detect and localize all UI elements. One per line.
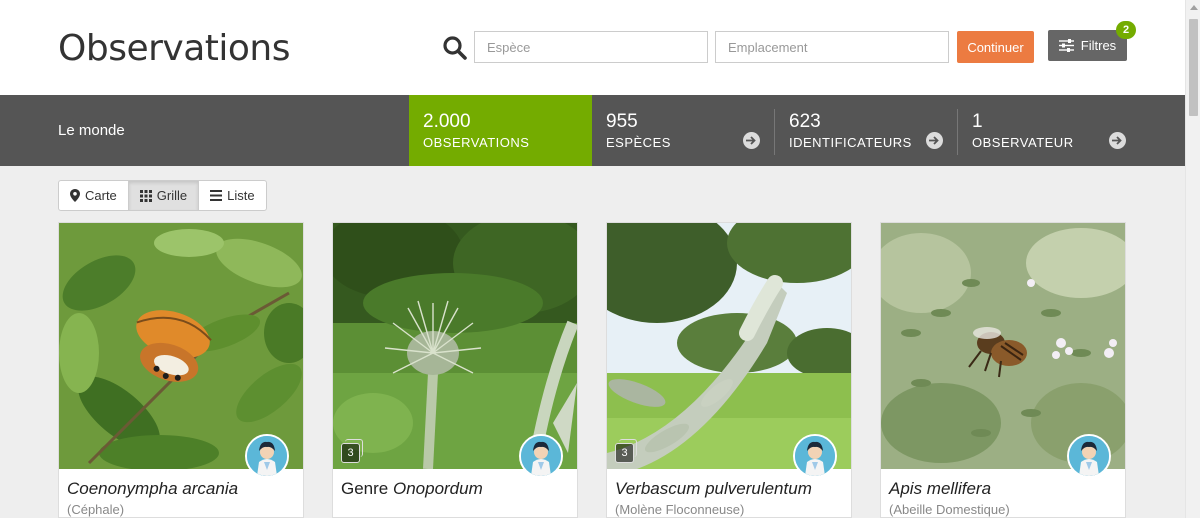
observation-photo[interactable] bbox=[333, 223, 577, 469]
observation-photo[interactable] bbox=[59, 223, 303, 469]
common-name: (Molène Floconneuse) bbox=[615, 502, 745, 517]
species-label: ESPÈCES bbox=[606, 135, 671, 150]
observer-avatar[interactable] bbox=[1067, 434, 1111, 478]
observer-avatar[interactable] bbox=[519, 434, 563, 478]
arrow-right-icon bbox=[1109, 132, 1126, 149]
stat-species[interactable]: 955 ESPÈCES bbox=[592, 95, 774, 166]
view-toggle: Carte Grille Liste bbox=[58, 180, 267, 211]
grid-view-label: Grille bbox=[156, 188, 188, 203]
map-view-label: Carte bbox=[85, 188, 117, 203]
scrollbar-thumb[interactable] bbox=[1189, 19, 1198, 116]
taxon-name[interactable]: Coenonympha arcania bbox=[67, 479, 238, 499]
observation-card[interactable]: 3 Genre Onopordum bbox=[332, 222, 578, 518]
observers-label: OBSERVATEUR bbox=[972, 135, 1074, 150]
observation-photo[interactable] bbox=[881, 223, 1125, 469]
stat-observations[interactable]: 2.000 OBSERVATIONS bbox=[409, 95, 592, 166]
observation-card[interactable]: Coenonympha arcania (Céphale) bbox=[58, 222, 304, 518]
observers-count: 1 bbox=[972, 111, 983, 132]
arrow-right-icon bbox=[926, 132, 943, 149]
map-marker-icon bbox=[70, 189, 80, 202]
map-view-button[interactable]: Carte bbox=[59, 181, 129, 210]
list-icon bbox=[210, 190, 223, 201]
observations-count: 2.000 bbox=[423, 111, 471, 132]
top-header: Observations Continuer Filtres 2 bbox=[0, 0, 1185, 95]
identifiers-count: 623 bbox=[789, 111, 821, 132]
place-label: Le monde bbox=[58, 122, 125, 139]
sliders-icon bbox=[1058, 39, 1074, 52]
observation-photo[interactable] bbox=[607, 223, 851, 469]
taxon-name[interactable]: Genre Onopordum bbox=[341, 479, 483, 499]
identifiers-label: IDENTIFICATEURS bbox=[789, 135, 912, 150]
observation-card[interactable]: Apis mellifera (Abeille Domestique) bbox=[880, 222, 1126, 518]
common-name: (Céphale) bbox=[67, 502, 125, 517]
filters-button[interactable]: Filtres bbox=[1048, 30, 1127, 61]
filters-label: Filtres bbox=[1080, 38, 1117, 53]
filters-count-badge: 2 bbox=[1116, 21, 1136, 39]
list-view-label: Liste bbox=[227, 188, 255, 203]
location-search-input[interactable] bbox=[715, 31, 949, 63]
grid-view-button[interactable]: Grille bbox=[128, 181, 200, 210]
observer-avatar[interactable] bbox=[793, 434, 837, 478]
common-name: (Abeille Domestique) bbox=[889, 502, 1010, 517]
grid-icon bbox=[139, 189, 152, 202]
stats-bar: Le monde 2.000 OBSERVATIONS 955 ESPÈCES … bbox=[0, 95, 1185, 166]
page-scrollbar[interactable] bbox=[1185, 0, 1200, 518]
continue-button[interactable]: Continuer bbox=[957, 31, 1034, 63]
list-view-button[interactable]: Liste bbox=[199, 181, 265, 210]
page-title: Observations bbox=[58, 28, 290, 69]
observation-card[interactable]: 3 Verbascum pulverulentum (Molène Flocon… bbox=[606, 222, 852, 518]
photo-count-badge: 3 bbox=[615, 439, 637, 463]
taxon-name[interactable]: Verbascum pulverulentum bbox=[615, 479, 812, 499]
photo-count-badge: 3 bbox=[341, 439, 363, 463]
arrow-right-icon bbox=[743, 132, 760, 149]
scroll-up-icon[interactable] bbox=[1190, 5, 1198, 10]
observer-avatar[interactable] bbox=[245, 434, 289, 478]
search-icon[interactable] bbox=[442, 35, 468, 61]
stat-observers[interactable]: 1 OBSERVATEUR bbox=[958, 95, 1140, 166]
species-count: 955 bbox=[606, 111, 638, 132]
stat-identifiers[interactable]: 623 IDENTIFICATEURS bbox=[775, 95, 957, 166]
taxon-name[interactable]: Apis mellifera bbox=[889, 479, 991, 499]
species-search-input[interactable] bbox=[474, 31, 708, 63]
observations-label: OBSERVATIONS bbox=[423, 135, 530, 150]
